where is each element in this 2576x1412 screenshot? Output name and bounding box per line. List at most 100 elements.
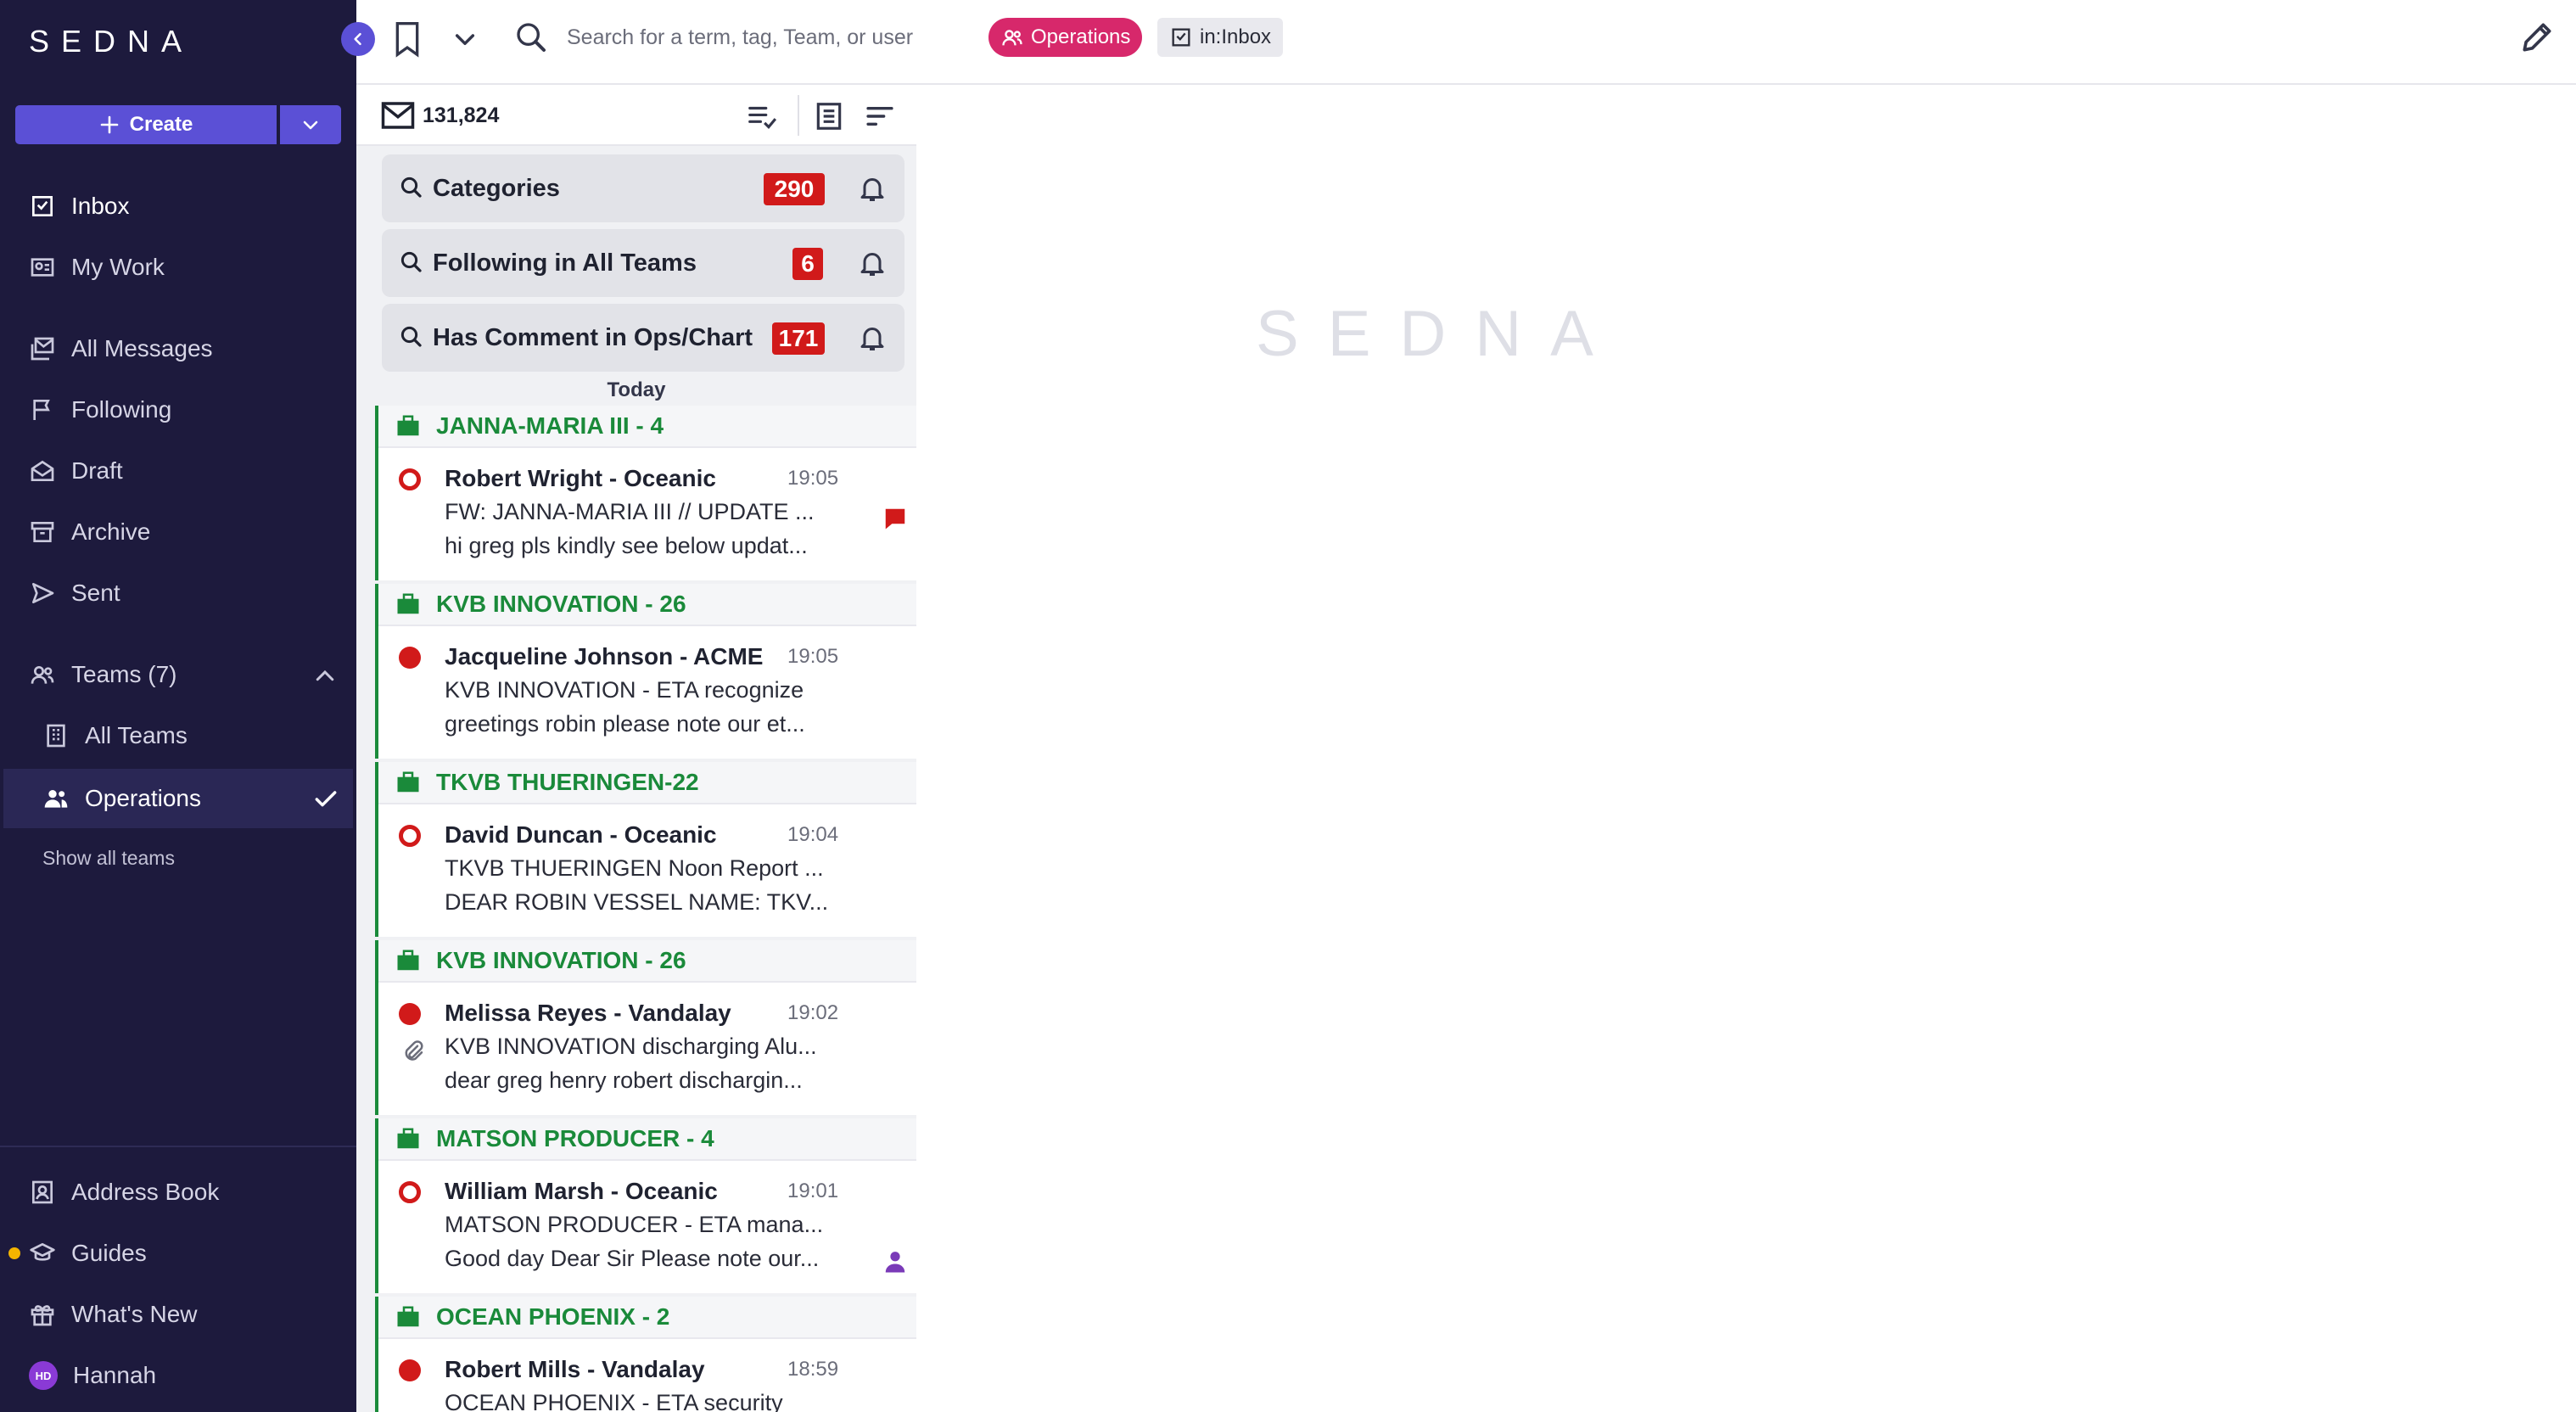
vessel-group-header[interactable]: TKVB THUERINGEN-22 [378, 762, 916, 804]
sidebar-item-label: Draft [71, 457, 123, 484]
message-subject: OCEAN PHOENIX - ETA security [445, 1390, 783, 1412]
sidebar-item-draft[interactable]: Draft [29, 450, 123, 492]
chevron-down-icon[interactable] [451, 25, 479, 53]
vessel-group[interactable]: KVB INNOVATION - 26 Jacqueline Johnson -… [375, 584, 916, 759]
unread-status-icon[interactable] [399, 1359, 421, 1381]
vessel-group[interactable]: JANNA-MARIA III - 4 Robert Wright - Ocea… [375, 406, 916, 580]
sidebar-item-sent[interactable]: Sent [29, 572, 120, 614]
read-status-icon[interactable] [399, 825, 421, 847]
vessel-group-header[interactable]: MATSON PRODUCER - 4 [378, 1118, 916, 1161]
create-group: Create [15, 105, 341, 144]
bell-icon[interactable] [857, 248, 888, 278]
message-sender: Robert Wright - Oceanic [445, 465, 716, 491]
message-subject: FW: JANNA-MARIA III // UPDATE ... [445, 499, 815, 524]
sidebar-teams-header[interactable]: Teams (7) [29, 653, 176, 696]
collapse-sidebar-button[interactable] [341, 22, 375, 56]
sidebar-item-my-work[interactable]: My Work [29, 246, 165, 289]
saved-search-categories[interactable]: Categories 290 [382, 154, 904, 222]
sidebar-item-guides[interactable]: Guides [29, 1232, 147, 1275]
message-row[interactable]: Melissa Reyes - Vandalay 19:02 KVB INNOV… [378, 983, 916, 1115]
vessel-group-title: JANNA-MARIA III - 4 [436, 412, 664, 439]
message-time: 18:59 [787, 1358, 839, 1381]
message-sender: Robert Mills - Vandalay [445, 1356, 705, 1382]
sidebar-team-operations[interactable]: Operations [42, 777, 201, 820]
unread-status-icon[interactable] [399, 647, 421, 669]
search-icon[interactable] [514, 20, 548, 54]
message-time: 19:04 [787, 823, 839, 846]
saved-search-has-comment[interactable]: Has Comment in Ops/Chart 171 [382, 304, 904, 372]
message-row[interactable]: David Duncan - Oceanic 19:04 TKVB THUERI… [378, 804, 916, 937]
chevron-left-icon [354, 32, 361, 46]
inbox-icon [32, 196, 53, 216]
bell-icon[interactable] [857, 173, 888, 204]
sidebar-team-all-teams[interactable]: All Teams [42, 714, 188, 757]
sidebar-item-label: What's New [71, 1301, 198, 1327]
message-subject: MATSON PRODUCER - ETA mana... [445, 1212, 824, 1237]
inbox-filter-chip[interactable]: in:Inbox [1157, 18, 1284, 57]
message-time: 19:01 [787, 1179, 839, 1202]
chevron-down-icon [303, 120, 318, 130]
create-button[interactable]: Create [15, 105, 277, 144]
vessel-group-header[interactable]: OCEAN PHOENIX - 2 [378, 1297, 916, 1339]
message-preview: DEAR ROBIN VESSEL NAME: TKV... [445, 889, 829, 915]
sidebar-item-whats-new[interactable]: What's New [29, 1293, 198, 1336]
user-menu[interactable]: HD Hannah [29, 1354, 156, 1397]
show-all-teams-link[interactable]: Show all teams [42, 847, 175, 870]
bookmark-icon[interactable] [390, 20, 424, 58]
vessel-group[interactable]: OCEAN PHOENIX - 2 Robert Mills - Vandala… [375, 1297, 916, 1412]
sidebar-item-following[interactable]: Following [29, 389, 171, 431]
vessel-group-header[interactable]: JANNA-MARIA III - 4 [378, 406, 916, 448]
sidebar-item-label: Archive [71, 518, 151, 545]
message-row[interactable]: William Marsh - Oceanic 19:01 MATSON PRO… [378, 1161, 916, 1293]
select-all-icon[interactable] [745, 100, 779, 132]
message-preview: hi greg pls kindly see below updat... [445, 533, 808, 558]
create-dropdown-button[interactable] [280, 105, 341, 144]
search-input[interactable]: Search for a term, tag, Team, or user [567, 25, 913, 50]
saved-search-following[interactable]: Following in All Teams 6 [382, 229, 904, 297]
message-preview: greetings robin please note our et... [445, 711, 805, 737]
sidebar-item-archive[interactable]: Archive [29, 511, 150, 553]
sidebar-item-inbox[interactable]: Inbox [29, 185, 130, 227]
message-subject: TKVB THUERINGEN Noon Report ... [445, 855, 824, 881]
sidebar: SEDNA Create Inbox My Work All Messages … [0, 0, 356, 1412]
vessel-group-title: TKVB THUERINGEN-22 [436, 769, 699, 795]
graduation-cap-icon [30, 1243, 55, 1261]
briefcase-icon [397, 1306, 419, 1327]
briefcase-icon [397, 771, 419, 793]
vessel-group-header[interactable]: KVB INNOVATION - 26 [378, 940, 916, 983]
chevron-up-icon[interactable] [312, 664, 338, 689]
message-time: 19:05 [787, 645, 839, 668]
message-sender: Melissa Reyes - Vandalay [445, 1000, 731, 1026]
briefcase-icon [397, 1128, 419, 1149]
vessel-group[interactable]: KVB INNOVATION - 26 Melissa Reyes - Vand… [375, 940, 916, 1115]
vessel-group-title: OCEAN PHOENIX - 2 [436, 1303, 670, 1330]
building-icon [47, 724, 65, 748]
envelope-icon [381, 102, 415, 129]
briefcase-icon [397, 950, 419, 971]
vessel-group-header[interactable]: KVB INNOVATION - 26 [378, 584, 916, 626]
message-time: 19:02 [787, 1001, 839, 1024]
read-status-icon[interactable] [399, 1181, 421, 1203]
bell-icon[interactable] [857, 322, 888, 353]
vessel-group[interactable]: TKVB THUERINGEN-22 David Duncan - Oceani… [375, 762, 916, 937]
message-row[interactable]: Robert Wright - Oceanic 19:05 FW: JANNA-… [378, 448, 916, 580]
saved-search-count-badge: 290 [764, 173, 825, 205]
unread-status-icon[interactable] [399, 1003, 421, 1025]
message-row[interactable]: Jacqueline Johnson - ACME 19:05 KVB INNO… [378, 626, 916, 759]
sort-icon[interactable] [864, 102, 896, 131]
list-header: 131,824 [356, 85, 916, 146]
flag-icon [33, 400, 50, 420]
saved-search-count-badge: 171 [772, 322, 825, 355]
list-view-icon[interactable] [813, 100, 845, 132]
sidebar-item-address-book[interactable]: Address Book [29, 1171, 219, 1213]
message-sender: Jacqueline Johnson - ACME [445, 643, 764, 670]
archive-icon [31, 522, 54, 542]
read-status-icon[interactable] [399, 468, 421, 490]
compose-pencil-icon[interactable] [2518, 19, 2556, 56]
team-filter-chip[interactable]: Operations [988, 18, 1143, 57]
message-row[interactable]: Robert Mills - Vandalay 18:59 OCEAN PHOE… [378, 1339, 916, 1412]
users-icon [44, 790, 68, 808]
vessel-group[interactable]: MATSON PRODUCER - 4 William Marsh - Ocea… [375, 1118, 916, 1293]
sidebar-item-all-messages[interactable]: All Messages [29, 328, 213, 370]
message-subject: KVB INNOVATION discharging Alu... [445, 1034, 817, 1059]
